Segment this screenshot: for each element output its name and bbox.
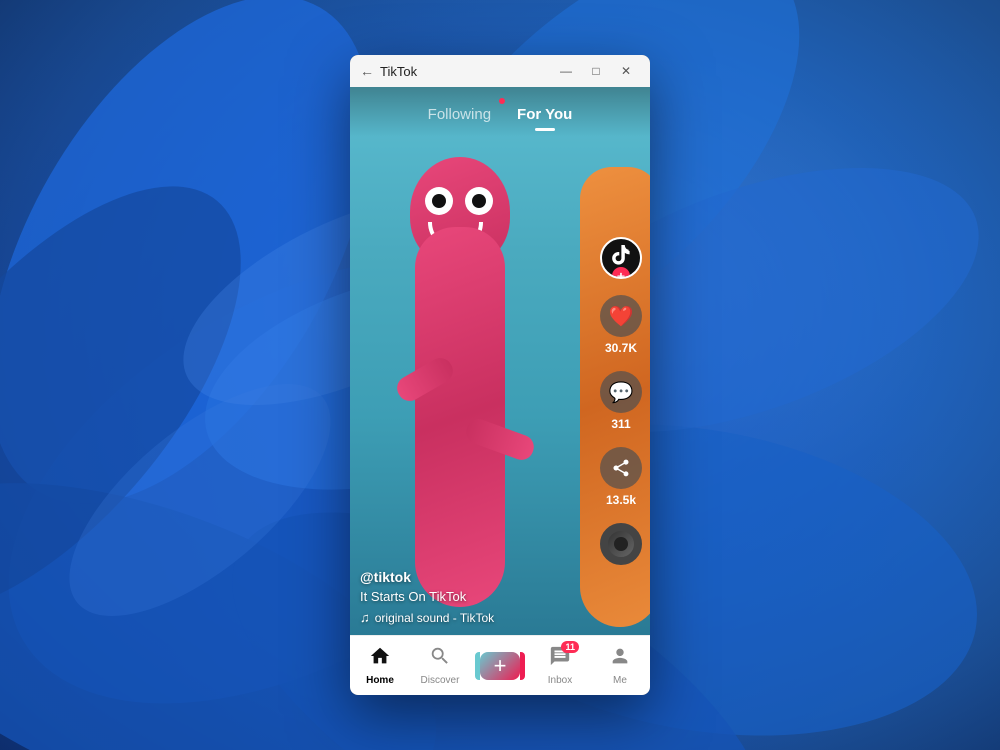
likes-count: 30.7K [605,341,637,355]
nav-create[interactable]: + [475,652,525,680]
pink-body [415,227,505,607]
discover-icon [429,645,451,673]
follow-plus-icon: + [612,267,630,279]
minimize-button[interactable]: — [552,57,580,85]
video-area[interactable]: Following For You + ❤️ [350,87,650,635]
home-label: Home [366,675,394,686]
eye-left [425,187,453,215]
tab-following[interactable]: Following [416,100,503,129]
nav-home[interactable]: Home [355,645,405,686]
arm-left [393,354,457,406]
nav-me[interactable]: Me [595,645,645,686]
comment-icon: 💬 [600,371,642,413]
home-icon [369,645,391,673]
top-navigation: Following For You [350,87,650,137]
pink-tube-man [380,147,540,635]
video-caption: It Starts On TikTok [360,589,590,604]
video-username: @tiktok [360,569,590,585]
arm-right [463,416,537,463]
tiktok-window: ← TikTok — □ ✕ Following [350,55,650,695]
like-button[interactable]: ❤️ 30.7K [600,295,642,355]
nav-inbox[interactable]: 11 Inbox [535,645,585,686]
comments-count: 311 [611,417,630,431]
me-label: Me [613,675,627,686]
music-note-icon: ♫ [360,610,370,625]
inbox-icon: 11 [549,645,571,673]
inbox-badge: 11 [561,641,579,653]
titlebar: ← TikTok — □ ✕ [350,55,650,87]
shares-count: 13.5k [606,493,636,507]
eye-right [465,187,493,215]
action-sidebar: + ❤️ 30.7K 💬 311 13.5k [600,237,642,565]
creator-avatar: + [600,237,642,279]
tab-foryou[interactable]: For You [505,100,584,129]
music-disc-icon [600,523,642,565]
window-controls: — □ ✕ [552,57,640,85]
discover-label: Discover [421,675,460,686]
music-text: original sound - TikTok [375,611,494,625]
plus-icon: + [494,653,507,679]
back-button[interactable]: ← [360,63,374,79]
comment-button[interactable]: 💬 311 [600,371,642,431]
heart-icon: ❤️ [600,295,642,337]
window-title: TikTok [380,64,552,79]
share-button[interactable]: 13.5k [600,447,642,507]
nav-discover[interactable]: Discover [415,645,465,686]
maximize-button[interactable]: □ [582,57,610,85]
inbox-label: Inbox [548,675,572,686]
video-info: @tiktok It Starts On TikTok ♫ original s… [360,569,590,625]
me-icon [609,645,631,673]
video-music: ♫ original sound - TikTok [360,610,590,625]
create-button[interactable]: + [480,652,520,680]
bottom-navigation: Home Discover + 11 Inbox [350,635,650,695]
creator-avatar-item[interactable]: + [600,237,642,279]
music-disc-button[interactable] [600,523,642,565]
close-button[interactable]: ✕ [612,57,640,85]
share-icon [600,447,642,489]
music-disc-center [614,537,628,551]
